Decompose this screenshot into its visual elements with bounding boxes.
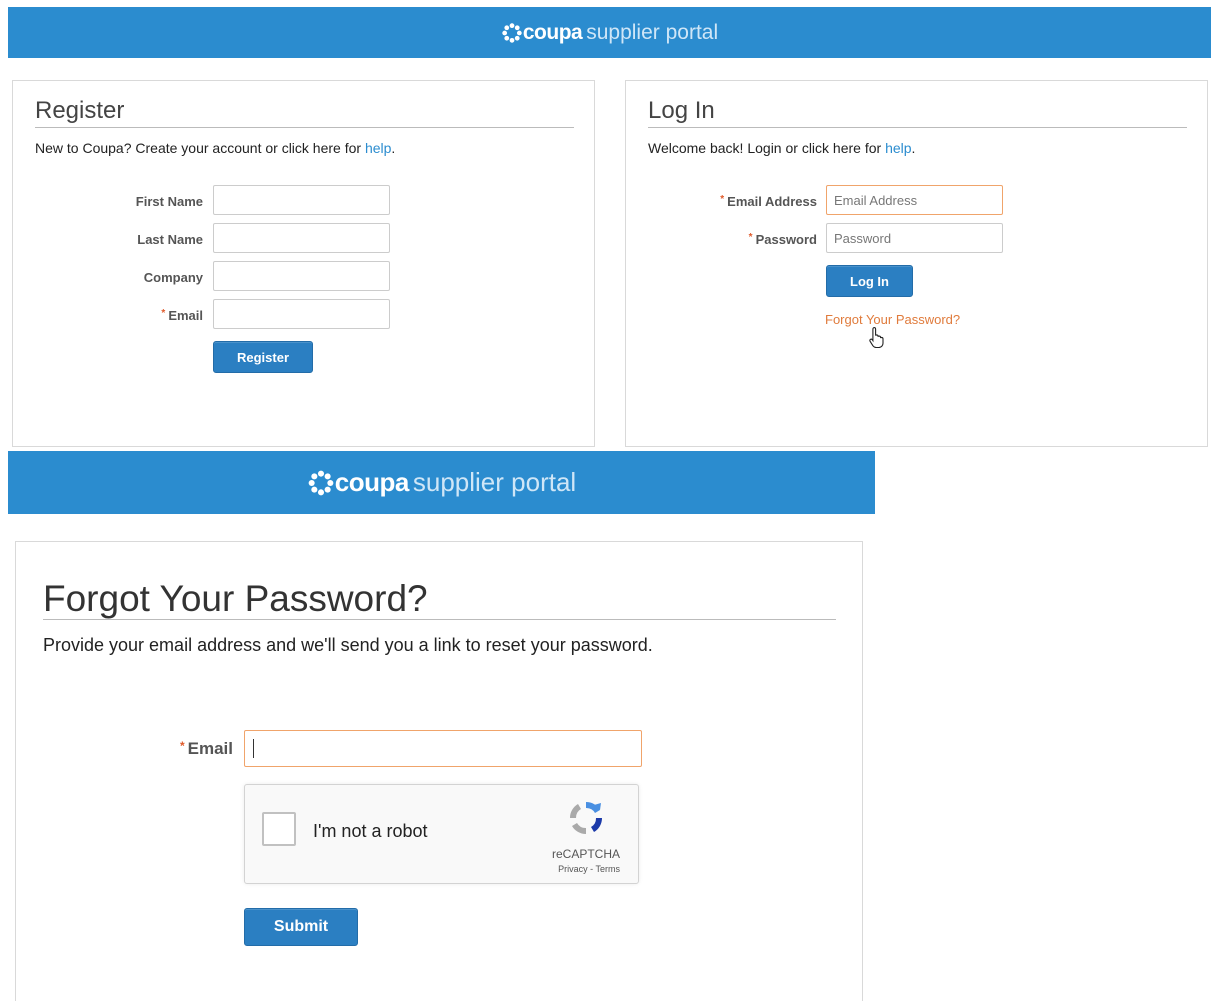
register-button[interactable]: Register <box>213 341 313 373</box>
top-banner: coupa supplier portal <box>8 7 1211 58</box>
login-help-link[interactable]: help <box>885 140 911 156</box>
submit-button[interactable]: Submit <box>244 908 358 946</box>
register-email-label: * Email <box>161 308 203 323</box>
login-title: Log In <box>648 97 715 124</box>
login-password-input[interactable] <box>826 223 1003 253</box>
hand-cursor-icon <box>869 326 884 348</box>
login-email-input[interactable] <box>826 185 1003 215</box>
recaptcha-logo-icon <box>569 801 603 835</box>
forgot-intro: Provide your email address and we'll sen… <box>43 635 653 655</box>
brand-name: coupa <box>334 467 410 497</box>
forgot-email-label: * Email <box>179 739 233 758</box>
login-intro-text: Welcome back! Login or click here for <box>648 140 886 156</box>
company-input[interactable] <box>213 261 390 291</box>
brand-subtitle: supplier portal <box>412 467 577 497</box>
required-marker: * <box>179 739 185 753</box>
register-divider <box>35 127 574 128</box>
coupa-logo-icon <box>308 470 334 495</box>
recaptcha-brand: reCAPTCHA <box>551 847 620 861</box>
login-intro: Welcome back! Login or click here for he… <box>648 140 915 156</box>
login-password-label: * Password <box>748 232 817 247</box>
login-panel: Log In Welcome back! Login or click here… <box>625 80 1208 447</box>
login-button[interactable]: Log In <box>826 265 913 297</box>
forgot-password-panel: Forgot Your Password? Provide your email… <box>15 541 863 1001</box>
recaptcha-terms-link[interactable]: Privacy - Terms <box>558 864 620 874</box>
recaptcha-label: I'm not a robot <box>313 821 428 841</box>
last-name-input[interactable] <box>213 223 390 253</box>
required-marker: * <box>161 308 166 319</box>
register-title: Register <box>35 97 125 124</box>
brand-subtitle: supplier portal <box>586 20 719 44</box>
company-label: Company <box>143 270 203 285</box>
login-divider <box>648 127 1187 128</box>
forgot-password-link[interactable]: Forgot Your Password? <box>825 312 960 327</box>
coupa-logo-icon <box>502 22 522 43</box>
coupa-logo[interactable]: coupa supplier portal <box>307 467 576 498</box>
coupa-logo[interactable]: coupa supplier portal <box>501 21 718 45</box>
recaptcha-widget: I'm not a robot reCAPTCHA Privacy - Term… <box>244 784 639 884</box>
first-name-label: First Name <box>135 194 203 209</box>
forgot-password-title: Forgot Your Password? <box>43 578 428 619</box>
login-email-label: * Email Address <box>720 194 817 209</box>
register-email-input[interactable] <box>213 299 390 329</box>
register-intro: New to Coupa? Create your account or cli… <box>35 140 395 156</box>
required-marker: * <box>720 194 725 205</box>
last-name-label: Last Name <box>137 232 203 247</box>
text-cursor <box>253 739 254 758</box>
first-name-input[interactable] <box>213 185 390 215</box>
required-marker: * <box>748 232 753 243</box>
forgot-email-input[interactable] <box>244 730 642 767</box>
register-panel: Register New to Coupa? Create your accou… <box>12 80 595 447</box>
register-intro-text: New to Coupa? Create your account or cli… <box>35 140 365 156</box>
forgot-banner: coupa supplier portal <box>8 451 875 514</box>
login-intro-end: . <box>911 140 916 156</box>
register-help-link[interactable]: help <box>365 140 391 156</box>
forgot-divider <box>43 619 836 620</box>
register-intro-end: . <box>391 140 396 156</box>
recaptcha-checkbox[interactable] <box>262 812 296 846</box>
brand-name: coupa <box>522 20 583 44</box>
